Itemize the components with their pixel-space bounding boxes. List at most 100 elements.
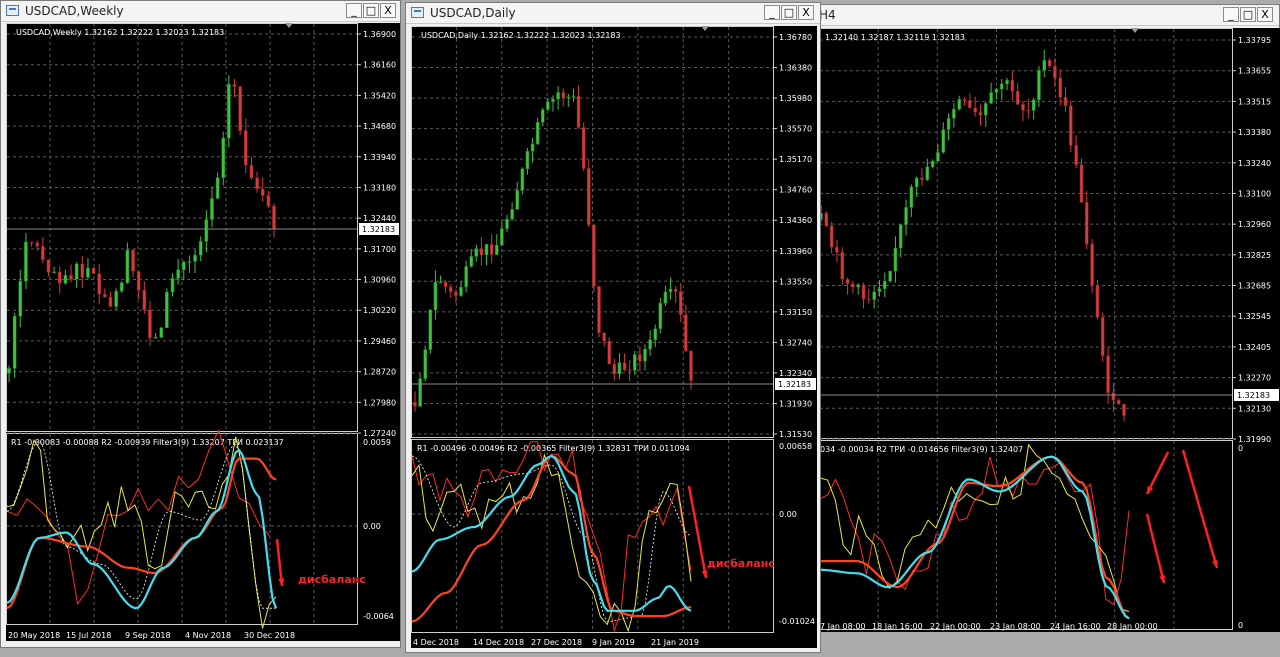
bull-candle [994, 88, 999, 93]
price-axis-label: 1.32960 [1238, 220, 1271, 229]
bull-candle [1005, 79, 1009, 85]
bear-candle [1015, 90, 1020, 105]
bull-candle [215, 177, 220, 199]
bear-candle [136, 271, 141, 291]
bear-candle [1116, 399, 1121, 405]
bear-candle [249, 164, 254, 179]
chart-shift-marker[interactable] [1131, 28, 1139, 33]
bull-candle [18, 281, 23, 317]
minimize-button[interactable]: _ [1223, 7, 1239, 22]
indicator-line-yellow [819, 443, 1130, 613]
bear-candle [449, 286, 453, 293]
bull-candle [227, 83, 231, 139]
bear-candle [46, 259, 51, 273]
chart-window-daily[interactable]: USDCAD,Daily _ □ X 1.36780 1.36380 1.35980… [405, 2, 821, 653]
title-bar[interactable]: USDCAD,Daily _ □ X [406, 3, 820, 24]
time-axis-label: 18 Jan 16:00 [872, 622, 923, 631]
bull-candle [204, 219, 209, 242]
bull-candle [63, 274, 68, 284]
close-button[interactable]: X [1257, 7, 1273, 22]
indicator-line-white-dashed [411, 455, 692, 622]
annotation-arrow [687, 485, 708, 579]
chart-canvas[interactable]: 1.36900 1.36160 1.35420 1.34680 1.33940 1.331… [6, 23, 400, 641]
bull-candle [941, 129, 946, 153]
bull-candle [210, 198, 214, 220]
bull-candle [12, 316, 17, 369]
close-button[interactable]: X [380, 3, 396, 18]
maximize-button[interactable]: □ [363, 3, 379, 18]
bear-candle [57, 271, 62, 284]
bear-candle [29, 241, 34, 244]
indicator-scale-label: -0.0064 [363, 612, 394, 621]
bear-candle [1026, 109, 1031, 112]
bull-candle [541, 109, 545, 123]
maximize-button[interactable]: □ [1240, 7, 1256, 22]
indicator-line-cyan [6, 448, 278, 610]
price-axis-label: 1.33550 [779, 277, 812, 286]
price-axis-label: 1.35170 [779, 155, 812, 164]
chart-shift-marker[interactable] [285, 23, 293, 28]
bull-candle [999, 83, 1004, 90]
title-bar[interactable]: H4 _ □ X [819, 5, 1279, 26]
bear-candle [1053, 65, 1057, 79]
price-axis-label: 1.33240 [1238, 159, 1271, 168]
bull-candle [909, 186, 914, 208]
chart-canvas[interactable]: 1.33795 1.33655 1.33515 1.33380 1.33240 1.331… [819, 28, 1280, 632]
chart-canvas[interactable]: 1.36780 1.36380 1.35980 1.35570 1.35170 1.347… [411, 26, 817, 648]
chart-window-h4[interactable]: H4 _ □ X 1.33795 1.33655 1.33515 1.33380 1.3… [818, 4, 1280, 632]
price-axis-label: 1.33515 [1238, 97, 1271, 106]
price-axis-label: 1.29460 [363, 337, 396, 346]
bear-candle [602, 332, 606, 342]
chart-window-icon [6, 5, 19, 16]
price-axis-label: 1.31700 [363, 245, 396, 254]
bull-candle [24, 241, 28, 282]
bull-candle [484, 243, 489, 256]
bull-candle [423, 349, 427, 379]
bear-candle [1095, 285, 1100, 318]
bull-candle [159, 327, 164, 338]
time-axis-label: 24 Jan 16:00 [1050, 622, 1101, 631]
chart-symbol-label: USDCAD,Daily 1.32162 1.32222 1.32023 1.3… [421, 31, 621, 40]
bear-candle [861, 284, 866, 300]
close-button[interactable]: X [798, 5, 814, 20]
price-axis-label: 1.35980 [779, 94, 812, 103]
time-axis-label: 9 Jan 2019 [592, 638, 635, 647]
title-bar[interactable]: USDCAD,Weekly _ □ X [1, 1, 400, 22]
annotation-arrowhead [1211, 560, 1218, 568]
chart-window-weekly[interactable]: USDCAD,Weekly _ □ X 1.36900 1.36160 1.3542… [0, 0, 401, 648]
bear-candle [851, 283, 855, 288]
bear-candle [679, 291, 683, 315]
bear-candle [148, 309, 152, 339]
bull-candle [930, 160, 935, 168]
bear-candle [1111, 392, 1116, 401]
bull-candle [1037, 70, 1041, 101]
price-axis-label: 1.31530 [779, 430, 812, 439]
chart-shift-marker[interactable] [701, 26, 709, 31]
price-axis-label: 1.36160 [363, 61, 396, 70]
bull-candle [181, 261, 186, 270]
bull-candle [566, 96, 571, 98]
price-axis-label: 1.33960 [779, 247, 812, 256]
bull-candle [125, 249, 130, 284]
chart-area[interactable]: 1.36780 1.36380 1.35980 1.35570 1.35170 1.347… [411, 26, 817, 648]
maximize-button[interactable]: □ [781, 5, 797, 20]
minimize-button[interactable]: _ [346, 3, 362, 18]
bull-candle [904, 207, 908, 225]
price-axis-label: 1.31930 [779, 399, 812, 408]
price-axis-label: 1.32545 [1238, 312, 1271, 321]
price-axis-label: 1.35420 [363, 91, 396, 100]
bear-candle [1122, 403, 1126, 416]
minimize-button[interactable]: _ [764, 5, 780, 20]
chart-area[interactable]: 1.33795 1.33655 1.33515 1.33380 1.33240 1.331… [819, 28, 1280, 632]
bull-candle [668, 288, 673, 293]
price-axis-label: 1.32130 [1238, 404, 1271, 413]
bear-candle [1047, 59, 1052, 67]
bull-candle [556, 92, 560, 100]
bull-candle [515, 190, 519, 210]
bear-candle [41, 245, 45, 260]
price-axis-label: 1.32740 [779, 338, 812, 347]
bear-candle [103, 294, 107, 298]
chart-area[interactable]: 1.36900 1.36160 1.35420 1.34680 1.33940 1.331… [6, 23, 400, 641]
bull-candle [505, 218, 509, 229]
window-title: USDCAD,Weekly [25, 4, 124, 18]
